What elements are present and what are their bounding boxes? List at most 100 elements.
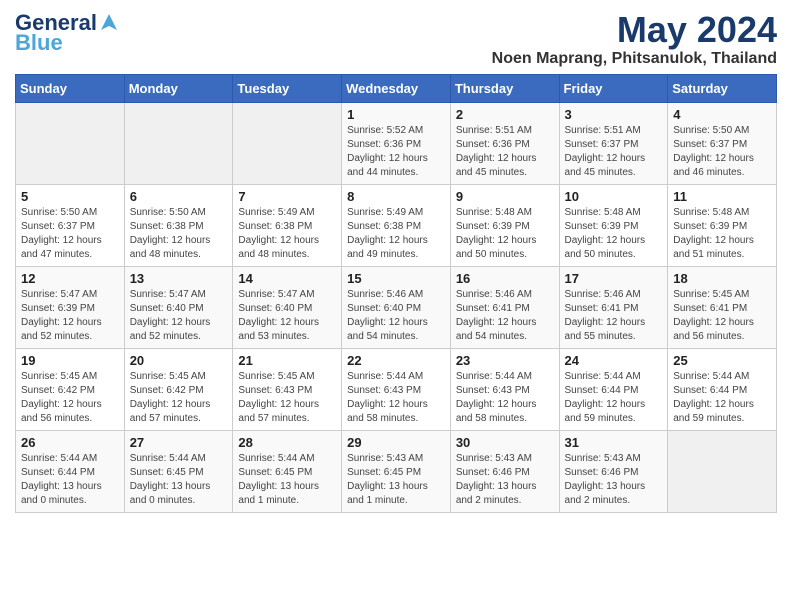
day-number: 7 bbox=[238, 189, 336, 204]
day-number: 12 bbox=[21, 271, 119, 286]
column-header-saturday: Saturday bbox=[668, 74, 777, 102]
day-info: Sunrise: 5:46 AM Sunset: 6:40 PM Dayligh… bbox=[347, 288, 445, 344]
day-number: 27 bbox=[130, 435, 228, 450]
calendar-week-1: 1Sunrise: 5:52 AM Sunset: 6:36 PM Daylig… bbox=[16, 102, 777, 184]
day-info: Sunrise: 5:43 AM Sunset: 6:46 PM Dayligh… bbox=[456, 452, 554, 508]
calendar-cell: 5Sunrise: 5:50 AM Sunset: 6:37 PM Daylig… bbox=[16, 184, 125, 266]
calendar-cell bbox=[668, 430, 777, 512]
title-block: May 2024 Noen Maprang, Phitsanulok, Thai… bbox=[492, 10, 777, 68]
day-info: Sunrise: 5:47 AM Sunset: 6:40 PM Dayligh… bbox=[130, 288, 228, 344]
day-number: 6 bbox=[130, 189, 228, 204]
day-number: 17 bbox=[565, 271, 663, 286]
day-number: 28 bbox=[238, 435, 336, 450]
calendar-cell: 17 Sunrise: 5:46 AM Sunset: 6:41 PM Dayli… bbox=[559, 266, 668, 348]
day-number: 20 bbox=[130, 353, 228, 368]
day-number: 9 bbox=[456, 189, 554, 204]
calendar-week-5: 26Sunrise: 5:44 AM Sunset: 6:44 PM Dayli… bbox=[16, 430, 777, 512]
logo-blue: Blue bbox=[15, 30, 63, 56]
page-header: General Blue May 2024 Noen Maprang, Phit… bbox=[15, 10, 777, 68]
day-info: Sunrise: 5:51 AM Sunset: 6:37 PM Dayligh… bbox=[565, 124, 663, 180]
day-number: 11 bbox=[673, 189, 771, 204]
day-info: Sunrise: 5:49 AM Sunset: 6:38 PM Dayligh… bbox=[347, 206, 445, 262]
day-number: 31 bbox=[565, 435, 663, 450]
day-number: 4 bbox=[673, 107, 771, 122]
day-info: Sunrise: 5:44 AM Sunset: 6:45 PM Dayligh… bbox=[130, 452, 228, 508]
calendar-cell: 29Sunrise: 5:43 AM Sunset: 6:45 PM Dayli… bbox=[342, 430, 451, 512]
calendar-cell: 25 Sunrise: 5:44 AM Sunset: 6:44 PM Dayli… bbox=[668, 348, 777, 430]
day-number: 3 bbox=[565, 107, 663, 122]
day-info: Sunrise: 5:48 AM Sunset: 6:39 PM Dayligh… bbox=[456, 206, 554, 262]
calendar-cell: 21 Sunrise: 5:45 AM Sunset: 6:43 PM Dayli… bbox=[233, 348, 342, 430]
location-title: Noen Maprang, Phitsanulok, Thailand bbox=[492, 50, 777, 68]
calendar-week-4: 19 Sunrise: 5:45 AM Sunset: 6:42 PM Dayli… bbox=[16, 348, 777, 430]
calendar-cell: 23 Sunrise: 5:44 AM Sunset: 6:43 PM Dayli… bbox=[450, 348, 559, 430]
calendar-cell: 30 Sunrise: 5:43 AM Sunset: 6:46 PM Dayli… bbox=[450, 430, 559, 512]
day-info: Sunrise: 5:50 AM Sunset: 6:38 PM Dayligh… bbox=[130, 206, 228, 262]
calendar-cell: 6 Sunrise: 5:50 AM Sunset: 6:38 PM Daylig… bbox=[124, 184, 233, 266]
day-number: 25 bbox=[673, 353, 771, 368]
calendar-cell: 10 Sunrise: 5:48 AM Sunset: 6:39 PM Dayli… bbox=[559, 184, 668, 266]
day-number: 5 bbox=[21, 189, 119, 204]
calendar-cell: 19Sunrise: 5:45 AM Sunset: 6:42 PM Dayli… bbox=[16, 348, 125, 430]
calendar-cell: 20 Sunrise: 5:45 AM Sunset: 6:42 PM Dayli… bbox=[124, 348, 233, 430]
day-info: Sunrise: 5:44 AM Sunset: 6:44 PM Dayligh… bbox=[673, 370, 771, 426]
calendar-cell: 15 Sunrise: 5:46 AM Sunset: 6:40 PM Dayli… bbox=[342, 266, 451, 348]
calendar-cell: 14Sunrise: 5:47 AM Sunset: 6:40 PM Dayli… bbox=[233, 266, 342, 348]
day-info: Sunrise: 5:47 AM Sunset: 6:39 PM Dayligh… bbox=[21, 288, 119, 344]
calendar-cell: 22 Sunrise: 5:44 AM Sunset: 6:43 PM Dayli… bbox=[342, 348, 451, 430]
day-number: 19 bbox=[21, 353, 119, 368]
calendar-cell: 9 Sunrise: 5:48 AM Sunset: 6:39 PM Daylig… bbox=[450, 184, 559, 266]
day-info: Sunrise: 5:43 AM Sunset: 6:45 PM Dayligh… bbox=[347, 452, 445, 508]
day-number: 22 bbox=[347, 353, 445, 368]
column-header-wednesday: Wednesday bbox=[342, 74, 451, 102]
day-number: 15 bbox=[347, 271, 445, 286]
calendar-cell: 28 Sunrise: 5:44 AM Sunset: 6:45 PM Dayli… bbox=[233, 430, 342, 512]
calendar-week-3: 12 Sunrise: 5:47 AM Sunset: 6:39 PM Dayli… bbox=[16, 266, 777, 348]
day-info: Sunrise: 5:48 AM Sunset: 6:39 PM Dayligh… bbox=[565, 206, 663, 262]
column-header-tuesday: Tuesday bbox=[233, 74, 342, 102]
day-info: Sunrise: 5:51 AM Sunset: 6:36 PM Dayligh… bbox=[456, 124, 554, 180]
day-number: 26 bbox=[21, 435, 119, 450]
day-number: 8 bbox=[347, 189, 445, 204]
day-number: 2 bbox=[456, 107, 554, 122]
calendar-cell bbox=[233, 102, 342, 184]
calendar-cell: 2 Sunrise: 5:51 AM Sunset: 6:36 PM Daylig… bbox=[450, 102, 559, 184]
day-info: Sunrise: 5:45 AM Sunset: 6:41 PM Dayligh… bbox=[673, 288, 771, 344]
day-info: Sunrise: 5:43 AM Sunset: 6:46 PM Dayligh… bbox=[565, 452, 663, 508]
day-info: Sunrise: 5:45 AM Sunset: 6:42 PM Dayligh… bbox=[130, 370, 228, 426]
day-info: Sunrise: 5:50 AM Sunset: 6:37 PM Dayligh… bbox=[673, 124, 771, 180]
day-number: 21 bbox=[238, 353, 336, 368]
calendar-cell: 4 Sunrise: 5:50 AM Sunset: 6:37 PM Daylig… bbox=[668, 102, 777, 184]
calendar-cell: 18Sunrise: 5:45 AM Sunset: 6:41 PM Dayli… bbox=[668, 266, 777, 348]
day-info: Sunrise: 5:44 AM Sunset: 6:44 PM Dayligh… bbox=[565, 370, 663, 426]
day-info: Sunrise: 5:44 AM Sunset: 6:43 PM Dayligh… bbox=[456, 370, 554, 426]
calendar-cell: 7 Sunrise: 5:49 AM Sunset: 6:38 PM Daylig… bbox=[233, 184, 342, 266]
day-info: Sunrise: 5:46 AM Sunset: 6:41 PM Dayligh… bbox=[565, 288, 663, 344]
day-number: 13 bbox=[130, 271, 228, 286]
column-header-friday: Friday bbox=[559, 74, 668, 102]
day-number: 10 bbox=[565, 189, 663, 204]
day-number: 23 bbox=[456, 353, 554, 368]
day-info: Sunrise: 5:44 AM Sunset: 6:43 PM Dayligh… bbox=[347, 370, 445, 426]
calendar-cell: 16Sunrise: 5:46 AM Sunset: 6:41 PM Dayli… bbox=[450, 266, 559, 348]
calendar-header-row: SundayMondayTuesdayWednesdayThursdayFrid… bbox=[16, 74, 777, 102]
day-number: 14 bbox=[238, 271, 336, 286]
calendar-cell bbox=[16, 102, 125, 184]
calendar-cell: 27 Sunrise: 5:44 AM Sunset: 6:45 PM Dayli… bbox=[124, 430, 233, 512]
logo: General Blue bbox=[15, 10, 119, 56]
column-header-sunday: Sunday bbox=[16, 74, 125, 102]
day-info: Sunrise: 5:49 AM Sunset: 6:38 PM Dayligh… bbox=[238, 206, 336, 262]
calendar-cell: 8 Sunrise: 5:49 AM Sunset: 6:38 PM Daylig… bbox=[342, 184, 451, 266]
day-info: Sunrise: 5:44 AM Sunset: 6:45 PM Dayligh… bbox=[238, 452, 336, 508]
month-title: May 2024 bbox=[492, 10, 777, 50]
calendar-cell: 31 Sunrise: 5:43 AM Sunset: 6:46 PM Dayli… bbox=[559, 430, 668, 512]
calendar-cell: 3 Sunrise: 5:51 AM Sunset: 6:37 PM Daylig… bbox=[559, 102, 668, 184]
day-info: Sunrise: 5:45 AM Sunset: 6:43 PM Dayligh… bbox=[238, 370, 336, 426]
day-number: 30 bbox=[456, 435, 554, 450]
calendar-cell: 11Sunrise: 5:48 AM Sunset: 6:39 PM Dayli… bbox=[668, 184, 777, 266]
day-number: 16 bbox=[456, 271, 554, 286]
calendar-cell: 26Sunrise: 5:44 AM Sunset: 6:44 PM Dayli… bbox=[16, 430, 125, 512]
calendar-cell: 12 Sunrise: 5:47 AM Sunset: 6:39 PM Dayli… bbox=[16, 266, 125, 348]
day-number: 24 bbox=[565, 353, 663, 368]
day-info: Sunrise: 5:52 AM Sunset: 6:36 PM Dayligh… bbox=[347, 124, 445, 180]
